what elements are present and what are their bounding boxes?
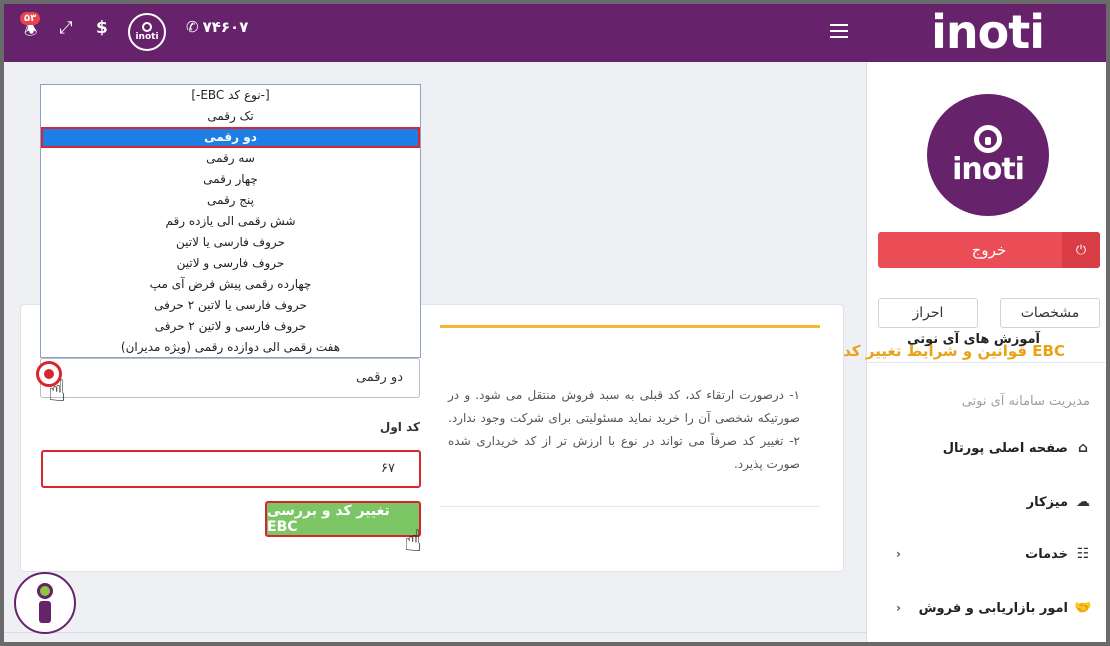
verify-button[interactable]: احراز [878,298,978,328]
sidebar-item-label: امور بازاریابی و فروش [918,600,1068,616]
phone-number[interactable]: ✆ ۷۴۶۰۷ [186,18,248,36]
dropdown-option[interactable]: پنج رقمی [41,190,420,211]
rules-text: ۱- درصورت ارتقاء کد، کد قبلی به سبد فروش… [448,388,800,471]
rules-title: قوانین و شرایط تغییر کد EBC [843,342,1065,360]
dropdown-option[interactable]: سه رقمی [41,148,420,169]
ebc-type-select[interactable]: دو رقمی [40,358,420,398]
top-bar: inoti ✆ ۷۴۶۰۷ inoti $ ⤢ 🕭 ۵۳ [4,4,1106,62]
sidebar-item-label: میزکار [1026,494,1068,510]
dropdown-option[interactable]: حروف فارسی یا لاتین [41,232,420,253]
power-icon: ⏻ [1062,232,1100,268]
dropdown-option[interactable]: چهارده رقمی پیش فرض آی مپ [41,274,420,295]
sidebar-item-portal-home[interactable]: صفحه اصلی پورتال ⌂ [882,440,1092,456]
dollar-icon[interactable]: $ [96,18,108,38]
phone-text: ۷۴۶۰۷ [202,18,249,36]
app-logo-icon[interactable]: inoti [128,13,166,51]
hand-pointer-icon: ☝ [48,374,67,409]
logout-label: خروج [971,241,1007,259]
logout-button[interactable]: خروج ⏻ [878,232,1100,268]
handshake-icon: 🤝 [1074,600,1092,616]
chevron-left-icon: › [896,601,901,615]
first-code-input[interactable]: ۶۷ [41,450,421,488]
sidebar-section-title: مدیریت سامانه آی نوتی [961,394,1090,409]
dropdown-option[interactable]: تک رقمی [41,106,420,127]
sliders-icon: ☷ [1076,546,1090,562]
sidebar-item-desk[interactable]: میزکار ☁ [882,494,1092,510]
dropdown-option[interactable]: حروف فارسی یا لاتین ۲ حرفی [41,295,420,316]
sidebar-divider [867,362,1107,363]
dropdown-option[interactable]: حروف فارسی و لاتین ۲ حرفی [41,316,420,337]
sidebar-item-services[interactable]: › خدمات ☷ [882,546,1092,562]
change-code-button[interactable]: تغییر کد و بررسی EBC [265,501,421,537]
first-code-label: کد اول [379,420,420,434]
dropdown-option[interactable]: [-نوع کد EBC-] [41,85,420,106]
phone-icon: ✆ [186,18,199,36]
hand-pointer-icon: ☝ [404,524,423,559]
cloud-icon: ☁ [1076,494,1090,510]
dropdown-option[interactable]: شش رقمی الی یازده رقم [41,211,420,232]
notification-badge: ۵۳ [20,12,41,25]
sidebar-item-label: خدمات [1025,546,1068,562]
footer-divider [4,632,866,633]
fullscreen-icon[interactable]: ⤢ [59,18,73,38]
home-icon: ⌂ [1077,440,1089,456]
dropdown-option[interactable]: حروف فارسی و لاتین [41,253,420,274]
sidebar-item-marketing-sales[interactable]: › امور بازاریابی و فروش 🤝 [882,600,1092,616]
ebc-type-dropdown: [-نوع کد EBC-] تک رقمی دو رقمی سه رقمی چ… [40,84,421,358]
avatar: inoti [927,94,1049,216]
floating-logo-icon[interactable] [14,572,76,634]
brand-logo[interactable]: inoti [931,6,1045,58]
chevron-left-icon: › [896,547,901,561]
menu-icon[interactable] [830,24,848,38]
dropdown-option-selected[interactable]: دو رقمی [41,127,420,148]
dropdown-option[interactable]: هفت رقمی الی دوازده رقمی (ویژه مدیران) [41,337,420,358]
rules-divider [440,506,820,507]
sidebar-item-label: صفحه اصلی پورتال [942,440,1068,456]
dropdown-option[interactable]: چهار رقمی [41,169,420,190]
specs-button[interactable]: مشخصات [1000,298,1100,328]
